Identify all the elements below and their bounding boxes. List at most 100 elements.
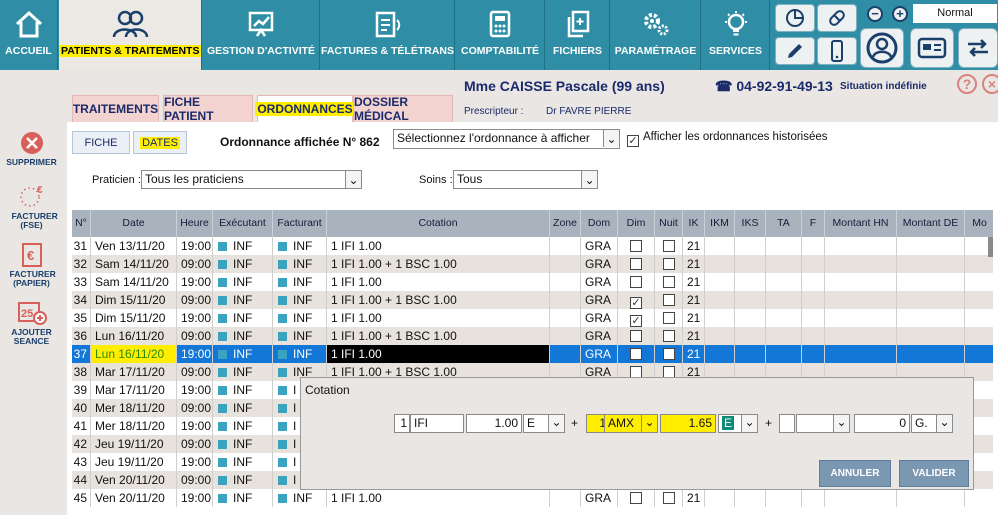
tab-fiche-patient[interactable]: FICHE PATIENT — [163, 95, 253, 123]
column-header[interactable]: Dim — [618, 210, 655, 237]
column-header[interactable]: IKM — [705, 210, 735, 237]
cell-executant: INF — [213, 345, 273, 363]
cell-facturant: INF — [273, 291, 327, 309]
vitale-card-button[interactable] — [910, 28, 954, 68]
subtab-dates[interactable]: DATES — [133, 131, 187, 154]
tab-dossier-medical[interactable]: DOSSIER MÉDICAL — [353, 95, 453, 123]
checkbox-icon[interactable] — [630, 348, 642, 360]
transfer-button[interactable] — [958, 28, 998, 68]
checkbox-icon[interactable] — [662, 348, 675, 360]
nav-parametrage[interactable]: PARAMÉTRAGE — [611, 0, 701, 70]
column-header[interactable]: Nuit — [655, 210, 683, 237]
checkbox-icon[interactable] — [662, 258, 675, 270]
close-icon[interactable]: × — [982, 74, 998, 94]
nav-fichiers[interactable]: FICHIERS — [546, 0, 610, 70]
column-header[interactable]: TA — [766, 210, 802, 237]
checkbox-icon[interactable] — [630, 240, 642, 252]
column-header[interactable]: Cotation — [327, 210, 550, 237]
qty-1-input[interactable]: 1 — [394, 414, 410, 433]
column-header[interactable]: Dom — [581, 210, 618, 237]
ordonnance-select[interactable]: Sélectionnez l'ordonnance à afficher ⌄ — [393, 129, 620, 149]
column-header[interactable]: Date — [91, 210, 177, 237]
scrollbar-thumb[interactable] — [988, 237, 993, 257]
account-button[interactable] — [860, 28, 904, 68]
cell-date: Mar 17/11/20 — [91, 381, 177, 399]
cell-empty — [735, 327, 766, 345]
soins-select[interactable]: Tous ⌄ — [453, 170, 598, 189]
checkbox-icon[interactable] — [662, 492, 675, 504]
table-row[interactable]: 31 Ven 13/11/20 19:00 INF INF 1 IFI 1.00 GRA 21 — [72, 237, 993, 255]
code-1-input[interactable]: IFI — [410, 414, 464, 433]
table-row[interactable]: 34 Dim 15/11/20 09:00 INF INF 1 IFI 1.00 + 1 … — [72, 291, 993, 309]
qty-3-input[interactable] — [779, 414, 795, 433]
mobile-button[interactable] — [817, 37, 857, 65]
help-icon[interactable]: ? — [957, 74, 977, 94]
dashboard-button[interactable] — [775, 4, 815, 32]
patients-icon — [59, 8, 201, 40]
checkbox-icon[interactable] — [630, 492, 642, 504]
nav-gestion-activite[interactable]: GESTION D'ACTIVITÉ — [203, 0, 320, 70]
checkbox-icon[interactable] — [630, 330, 642, 342]
cell-number: 34 — [72, 291, 91, 309]
column-header[interactable]: IK — [683, 210, 705, 237]
badge-icon — [218, 296, 227, 305]
column-header[interactable]: Montant DE — [897, 210, 965, 237]
checkbox-icon[interactable] — [662, 312, 675, 324]
column-header[interactable]: IKS — [735, 210, 766, 237]
table-row[interactable]: 35 Dim 15/11/20 19:00 INF INF 1 IFI 1.00 GRA ✓ 2… — [72, 309, 993, 327]
column-header[interactable]: Mo — [965, 210, 993, 237]
nav-accueil[interactable]: ACCUEIL — [0, 0, 58, 70]
nav-patients-traitements[interactable]: PATIENTS & TRAITEMENTS — [59, 0, 202, 70]
code-2-select[interactable]: AMX ⌄ — [604, 414, 658, 433]
checkbox-icon[interactable] — [662, 240, 675, 252]
coef-3-input[interactable]: 0 — [854, 414, 910, 433]
letter-1-select[interactable]: E ⌄ — [523, 414, 565, 433]
table-row[interactable]: 45 Ven 20/11/20 19:00 INF INF 1 IFI 1.00 GRA 21 — [72, 489, 993, 507]
table-row[interactable]: 32 Sam 14/11/20 09:00 INF INF 1 IFI 1.00 + 1 … — [72, 255, 993, 273]
column-header[interactable]: N° — [72, 210, 91, 237]
badge-icon — [278, 260, 287, 269]
badge-icon — [218, 260, 227, 269]
checkbox-icon[interactable]: ✓ — [630, 315, 642, 327]
bill-fse-button[interactable]: € FACTURER (FSE) — [0, 182, 63, 237]
zoom-out-icon[interactable]: − — [867, 6, 883, 22]
zoom-in-icon[interactable]: + — [892, 6, 908, 22]
table-row[interactable]: 36 Lun 16/11/20 09:00 INF INF 1 IFI 1.00 + 1 … — [72, 327, 993, 345]
checkbox-icon[interactable] — [662, 276, 675, 288]
add-session-button[interactable]: 25 AJOUTER SEANCE — [0, 298, 63, 353]
checkbox-icon[interactable] — [630, 258, 642, 270]
validate-button[interactable]: VALIDER — [899, 460, 969, 487]
column-header[interactable]: Montant HN — [825, 210, 897, 237]
delete-button[interactable]: SUPPRIMER — [0, 128, 63, 183]
letter-3-select[interactable]: G. ⌄ — [911, 414, 953, 433]
nav-services[interactable]: SERVICES — [702, 0, 770, 70]
bill-paper-button[interactable]: € FACTURER (PAPIER) — [0, 240, 63, 295]
cancel-button[interactable]: ANNULER — [819, 460, 891, 487]
display-mode-select[interactable]: Normal — [913, 4, 997, 23]
pill-button[interactable] — [817, 4, 857, 32]
column-header[interactable]: Zone — [550, 210, 581, 237]
column-header[interactable]: F — [802, 210, 825, 237]
coef-1-input[interactable]: 1.00 — [466, 414, 522, 433]
subtab-fiche[interactable]: FICHE — [72, 131, 130, 154]
tab-traitements[interactable]: TRAITEMENTS — [72, 95, 159, 122]
table-row[interactable]: 37 Lun 16/11/20 19:00 INF INF 1 IFI 1.00 GRA 21 — [72, 345, 993, 363]
code-3-select[interactable]: ⌄ — [796, 414, 850, 433]
checkbox-icon[interactable] — [662, 294, 675, 306]
checkbox-icon[interactable] — [630, 276, 642, 288]
coef-2-input[interactable]: 1.65 — [660, 414, 716, 433]
checkbox-icon[interactable] — [662, 330, 675, 342]
checkbox-icon[interactable]: ✓ — [630, 297, 642, 309]
nav-comptabilite[interactable]: COMPTABILITÉ — [456, 0, 545, 70]
praticien-select[interactable]: Tous les praticiens ⌄ — [141, 170, 362, 189]
column-header[interactable]: Facturant — [273, 210, 327, 237]
tab-ordonnances[interactable]: ORDONNANCES — [255, 95, 355, 122]
column-header[interactable]: Heure — [177, 210, 213, 237]
nav-factures[interactable]: FACTURES & TÉLÉTRANS — [321, 0, 455, 70]
cell-date: Dim 15/11/20 — [91, 291, 177, 309]
column-header[interactable]: Exécutant — [213, 210, 273, 237]
edit-button[interactable] — [775, 37, 815, 65]
letter-2-select[interactable]: E ⌄ — [718, 414, 758, 433]
history-checkbox[interactable]: ✓ — [627, 131, 639, 147]
table-row[interactable]: 33 Sam 14/11/20 19:00 INF INF 1 IFI 1.00 GRA 21 — [72, 273, 993, 291]
